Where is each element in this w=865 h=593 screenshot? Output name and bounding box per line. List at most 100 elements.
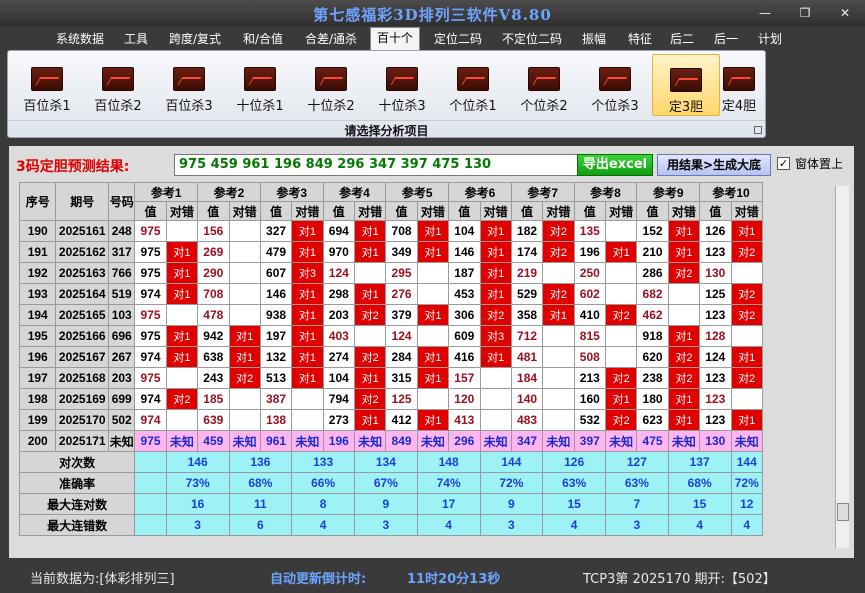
menu-item[interactable]: 工具 <box>118 29 154 49</box>
minimize-button[interactable]: — <box>750 4 780 22</box>
ref-value-cell: 387 <box>259 388 293 410</box>
pending-row[interactable]: 200 2025171 未知 975 未知 459 未知 961 未知 196 未知 849 未知 296… <box>18 430 763 452</box>
table-row[interactable]: 196 2025167 267 974 对1 638 对1 132 对1 274 对2 284 对1 41… <box>18 346 763 368</box>
dialog-launcher-icon[interactable] <box>754 126 762 134</box>
tool-button[interactable]: 个位杀2 <box>510 54 578 116</box>
ref-hit-cell: 对1 <box>604 388 638 410</box>
tool-button[interactable]: 个位杀3 <box>581 54 649 116</box>
table-row[interactable]: 194 2025165 103 975 478 938 对1 203 对2 379 对1 306 对2 3… <box>18 304 763 326</box>
table-row[interactable]: 190 2025161 248 975 156 327 对1 694 对1 708 对1 104 对1 1… <box>18 220 763 242</box>
table-row[interactable]: 191 2025162 317 975 对1 269 479 对1 970 对1 349 对1 146 对… <box>18 241 763 263</box>
ref-hit-cell: 对2 <box>667 262 701 284</box>
menu-item[interactable]: 后二 <box>664 29 700 49</box>
menu-item[interactable]: 百十个 <box>370 27 420 50</box>
table-row[interactable]: 198 2025169 699 974 对2 185 387 794 对2 125 120 140 16… <box>18 388 763 410</box>
draw-number-cell: 267 <box>108 346 136 368</box>
table-row[interactable]: 193 2025164 519 974 对1 708 146 对1 298 对1 276 453 对1 5… <box>18 283 763 305</box>
ref-value-cell: 849 <box>385 430 418 452</box>
tool-button[interactable]: 个位杀1 <box>439 54 507 116</box>
menu-item[interactable]: 振幅 <box>574 29 614 49</box>
table-row[interactable]: 197 2025168 203 975 243 对2 513 对1 104 对1 315 对1 157 1… <box>18 367 763 389</box>
menu-item[interactable]: 定位二码 <box>428 29 488 49</box>
stat-value: 17 <box>416 493 481 515</box>
ref-value-cell: 219 <box>510 262 544 284</box>
ref-value-cell: 284 <box>385 346 418 368</box>
ref-value-cell: 182 <box>510 220 544 242</box>
menu-item[interactable]: 不定位二码 <box>496 29 568 49</box>
tool-button[interactable]: 十位杀1 <box>226 54 294 116</box>
tool-button[interactable]: 十位杀2 <box>297 54 365 116</box>
table-row[interactable]: 199 2025170 502 974 639 138 273 对1 412 对1 413 483 53… <box>18 409 763 431</box>
generate-base-button[interactable]: 用结果>生成大底 <box>657 154 771 176</box>
scrollbar-thumb[interactable] <box>837 503 849 521</box>
table-row[interactable]: 192 2025163 766 975 对1 290 607 对3 124 295 187 对1 219… <box>18 262 763 284</box>
tool-button[interactable]: 十位杀3 <box>368 54 436 116</box>
ref-value-cell: 130 <box>699 430 732 452</box>
ref-hit-cell <box>542 367 575 389</box>
ref-hit-cell: 对1 <box>228 346 261 368</box>
tool-label: 百位杀3 <box>165 99 213 114</box>
hit-subheader: 对错 <box>604 201 638 221</box>
chart-icon <box>173 67 205 91</box>
ref-column-header[interactable]: 参考10 <box>699 182 763 202</box>
value-subheader: 值 <box>636 201 669 221</box>
stay-on-top-checkbox[interactable]: ✓ <box>777 157 790 170</box>
ref-hit-cell: 对1 <box>165 283 199 305</box>
period-cell: 2025170 <box>55 409 110 431</box>
ref-value-cell: 187 <box>448 262 481 284</box>
menu-item[interactable]: 特征 <box>620 29 660 49</box>
ref-hit-cell: 对2 <box>228 367 261 389</box>
ref-value-cell: 160 <box>573 388 607 410</box>
column-header[interactable]: 号码 <box>108 182 136 221</box>
ref-value-cell: 140 <box>510 388 544 410</box>
tool-button[interactable]: 百位杀2 <box>84 54 152 116</box>
ref-hit-cell <box>604 220 638 242</box>
export-excel-button[interactable]: 导出excel <box>577 154 653 176</box>
tool-button[interactable]: 百位杀3 <box>155 54 223 116</box>
ref-column-header[interactable]: 参考4 <box>322 182 387 202</box>
ref-value-cell: 974 <box>134 346 167 368</box>
ref-value-cell: 620 <box>636 346 669 368</box>
period-cell: 2025168 <box>55 367 110 389</box>
ref-hit-cell: 对2 <box>667 367 701 389</box>
ref-hit-cell: 对1 <box>291 346 324 368</box>
ref-column-header[interactable]: 参考6 <box>448 182 512 202</box>
ref-hit-cell: 对1 <box>416 346 450 368</box>
column-header[interactable]: 期号 <box>55 182 110 221</box>
ref-value-cell: 174 <box>510 241 544 263</box>
window-title: 第七感福彩3D排列三软件V8.80 <box>313 6 552 24</box>
menu-item[interactable]: 系统数据 <box>52 29 108 49</box>
stat-spacer <box>134 451 167 473</box>
ref-column-header[interactable]: 参考7 <box>510 182 575 202</box>
menu-item[interactable]: 跨度/复式 <box>162 29 228 49</box>
ref-column-header[interactable]: 参考2 <box>197 182 261 202</box>
close-button[interactable]: ✕ <box>830 4 860 22</box>
ref-column-header[interactable]: 参考5 <box>385 182 450 202</box>
row-index: 195 <box>18 325 57 347</box>
column-header[interactable]: 序号 <box>18 182 57 221</box>
tool-button[interactable]: 定3胆 <box>652 54 720 116</box>
vertical-scrollbar[interactable] <box>835 186 849 548</box>
tool-button[interactable]: 百位杀1 <box>13 54 81 116</box>
ref-column-header[interactable]: 参考9 <box>636 182 701 202</box>
menu-item[interactable]: 后一 <box>708 29 744 49</box>
ref-value-cell: 135 <box>573 220 607 242</box>
tool-button[interactable]: 定4胆 <box>714 54 764 116</box>
data-source-label: 当前数据为:[体彩排列三] <box>30 572 175 587</box>
stat-row: 对次数 146 136 133 134 148 144 126 127 137 144 <box>18 451 763 473</box>
ref-value-cell: 315 <box>385 367 418 389</box>
ref-hit-cell: 对2 <box>730 241 763 263</box>
menu-item[interactable]: 计划 <box>752 29 788 49</box>
table-row[interactable]: 195 2025166 696 975 对1 942 对1 197 对1 403 124 609 对3 7… <box>18 325 763 347</box>
restore-button[interactable]: ❐ <box>790 4 820 22</box>
ref-column-header[interactable]: 参考1 <box>134 182 199 202</box>
ref-value-cell: 125 <box>699 283 732 305</box>
value-subheader: 值 <box>259 201 293 221</box>
ref-column-header[interactable]: 参考8 <box>573 182 638 202</box>
ref-column-header[interactable]: 参考3 <box>259 182 324 202</box>
menu-item[interactable]: 合差/通杀 <box>296 29 366 49</box>
stat-value: 3 <box>479 514 544 536</box>
ref-hit-cell: 对2 <box>542 220 575 242</box>
prediction-result-field[interactable]: 975 459 961 196 849 296 347 397 475 130 <box>174 154 584 176</box>
menu-item[interactable]: 和/合值 <box>236 29 290 49</box>
